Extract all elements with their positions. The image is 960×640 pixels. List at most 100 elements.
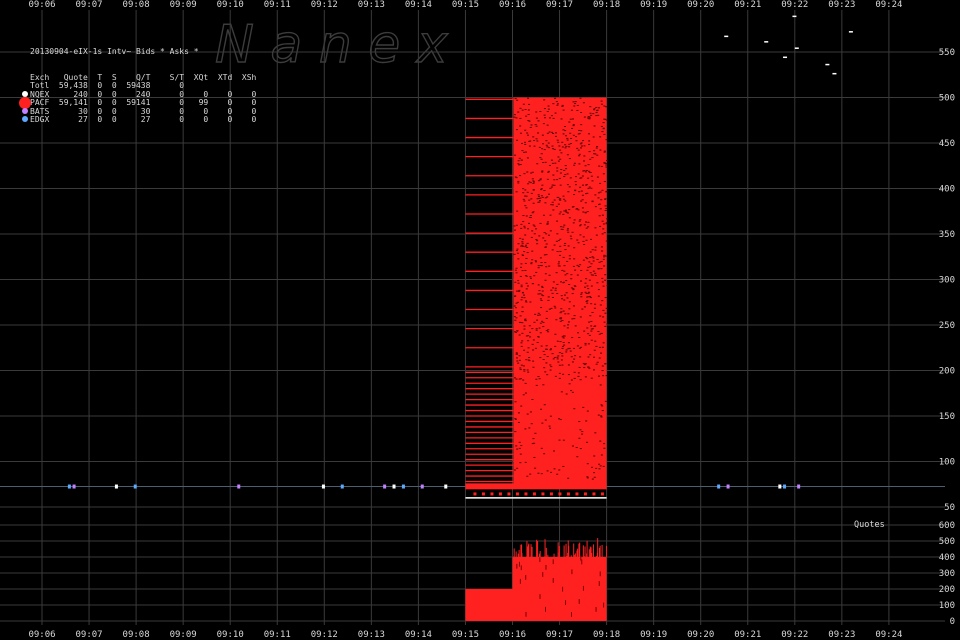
pacf-quote-gap xyxy=(598,357,601,359)
pacf-quote-gap xyxy=(600,352,603,354)
pacf-quote-gap xyxy=(567,245,570,247)
pacf-quote-gap xyxy=(515,445,518,447)
pacf-quote-gap xyxy=(603,181,606,183)
pacf-quote-gap xyxy=(568,255,571,257)
pacf-quote-gap xyxy=(591,478,594,480)
pacf-quote-gap xyxy=(595,115,598,117)
pacf-quote-gap xyxy=(582,102,585,104)
pacf-quote-gap xyxy=(571,445,574,447)
pacf-low-marker xyxy=(541,492,545,496)
pacf-quote-gap xyxy=(535,239,538,241)
pacf-quote-gap xyxy=(562,341,565,343)
pacf-quote-gap xyxy=(570,274,573,276)
pacf-low-marker xyxy=(566,492,570,496)
pacf-quote-gap xyxy=(567,342,570,344)
pacf-quote-gap xyxy=(584,212,587,214)
pacf-quote-gap xyxy=(588,170,591,172)
pacf-quote-gap xyxy=(597,289,600,291)
pacf-quote-gap xyxy=(599,465,602,467)
pacf-quote-gap xyxy=(524,300,527,302)
pacf-quote-gap xyxy=(571,318,574,320)
pacf-quote-gap xyxy=(581,431,584,433)
pacf-quote-gap xyxy=(524,262,527,264)
pacf-quote-gap xyxy=(562,335,565,337)
pacf-quote-gap xyxy=(516,252,519,254)
pacf-quote-gap xyxy=(545,243,548,245)
pacf-quote-gap xyxy=(586,300,589,302)
pacf-quote-gap xyxy=(554,333,557,335)
pacf-quote-gap xyxy=(584,202,587,204)
pacf-quote-gap xyxy=(540,299,543,301)
x-tick-label-bottom: 09:13 xyxy=(358,630,385,640)
quote-marker xyxy=(67,484,71,489)
pacf-quote-gap xyxy=(564,313,567,315)
pacf-quote-gap xyxy=(523,200,526,202)
quote-marker xyxy=(717,484,721,489)
pacf-quote-gap xyxy=(520,345,523,347)
pacf-quote-gap xyxy=(576,456,579,458)
pacf-dense-quote-block xyxy=(513,97,607,487)
pacf-quote-gap xyxy=(533,140,536,142)
pacf-quote-gap xyxy=(581,207,584,209)
pacf-quote-gap xyxy=(531,250,534,252)
pacf-quote-gap xyxy=(525,215,528,217)
pacf-quote-gap xyxy=(523,225,526,227)
pacf-quote-gap xyxy=(548,234,551,236)
pacf-quote-gap xyxy=(602,375,605,377)
pacf-quote-gap xyxy=(590,339,593,341)
pacf-quote-gap xyxy=(599,191,602,193)
pacf-quote-gap xyxy=(556,340,559,342)
pacf-quote-gap xyxy=(561,141,564,143)
pacf-quote-gap xyxy=(520,342,523,344)
pacf-quote-gap xyxy=(576,109,579,111)
pacf-quote-gap xyxy=(593,109,596,111)
pacf-quote-gap xyxy=(533,275,536,277)
pacf-quote-gap xyxy=(557,265,560,267)
pacf-quote-gap xyxy=(581,199,584,201)
pacf-quote-gap xyxy=(546,111,549,113)
pacf-quote-gap xyxy=(597,268,600,270)
pacf-quote-gap xyxy=(600,416,603,418)
pacf-quote-gap xyxy=(603,232,606,234)
pacf-quote-gap xyxy=(592,257,595,259)
pacf-quote-gap xyxy=(529,473,532,475)
pacf-quote-gap xyxy=(566,139,569,141)
pacf-quote-gap xyxy=(522,379,525,381)
pacf-quote-gap xyxy=(536,163,539,165)
pacf-quote-gap xyxy=(571,206,574,208)
quote-marker xyxy=(797,484,801,489)
pacf-quote-gap xyxy=(538,378,541,380)
pacf-quote-gap xyxy=(583,155,586,157)
pacf-quote-gap xyxy=(570,137,573,139)
pacf-quote-gap xyxy=(546,223,549,225)
pacf-low-marker xyxy=(498,492,502,496)
pacf-quote-gap xyxy=(514,281,517,283)
pacf-quote-gap xyxy=(540,158,543,160)
pacf-quote-gap xyxy=(580,200,583,202)
pacf-quote-gap xyxy=(568,209,571,211)
pacf-quote-gap xyxy=(568,143,571,145)
pacf-quote-gap xyxy=(519,237,522,239)
pacf-quote-gap xyxy=(537,336,540,338)
pacf-quote-gap xyxy=(524,205,527,207)
pacf-quote-gap xyxy=(564,144,567,146)
pacf-quote-gap xyxy=(600,246,603,248)
quote-tick-label: 600 xyxy=(939,521,955,531)
x-tick-label-top: 09:18 xyxy=(593,0,620,10)
pacf-quote-gap xyxy=(577,266,580,268)
pacf-quote-gap xyxy=(559,312,562,314)
pacf-quote-gap xyxy=(544,371,547,373)
pacf-quote-gap xyxy=(596,176,599,178)
pacf-quote-gap xyxy=(524,269,527,271)
pacf-quote-gap xyxy=(596,154,599,156)
pacf-quote-gap xyxy=(536,341,539,343)
pacf-quote-gap xyxy=(551,145,554,147)
pacf-quote-gap xyxy=(516,290,519,292)
pacf-quote-gap xyxy=(551,131,554,133)
pacf-quote-gap xyxy=(532,211,535,213)
pacf-quote-gap xyxy=(578,220,581,222)
pacf-quote-gap xyxy=(519,462,522,464)
pacf-quote-gap xyxy=(526,228,529,230)
pacf-quote-gap xyxy=(581,175,584,177)
pacf-quote-gap xyxy=(533,145,536,147)
